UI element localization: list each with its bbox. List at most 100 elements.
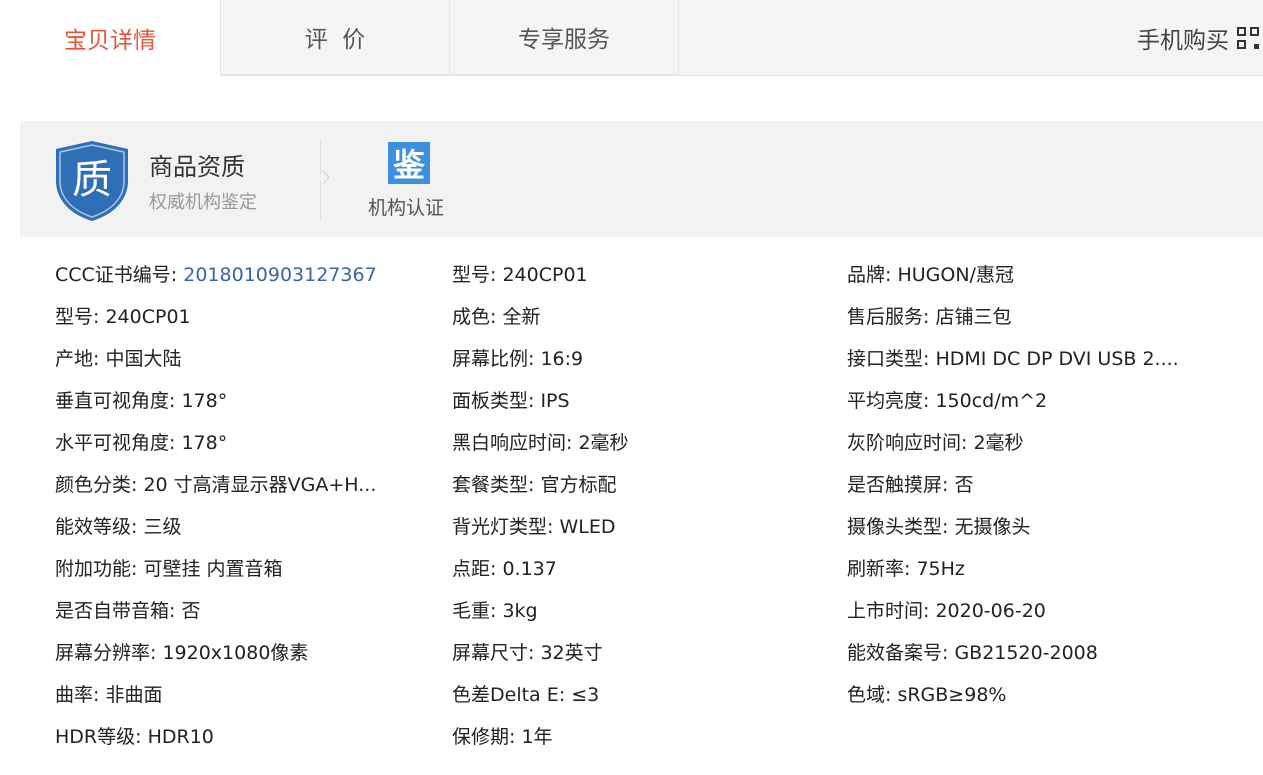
attribute-value: 全新 bbox=[502, 306, 541, 328]
attribute-value: HDR10 bbox=[147, 726, 214, 748]
attribute-label: 是否自带音箱: bbox=[55, 600, 176, 622]
attribute-value: ≤3 bbox=[571, 684, 600, 706]
tab-item-details[interactable]: 宝贝详情 bbox=[0, 0, 220, 76]
attribute-value: 1920x1080像素 bbox=[162, 642, 309, 664]
attribute-item: 型号: 240CP01 bbox=[452, 262, 588, 288]
attribute-item: 能效备案号: GB21520-2008 bbox=[847, 640, 1098, 666]
attribute-value: 240CP01 bbox=[502, 264, 588, 286]
attribute-value: 150cd/m^2 bbox=[935, 390, 1048, 412]
attribute-label: 能效等级: bbox=[55, 516, 138, 538]
attribute-label: 刷新率: bbox=[847, 558, 911, 580]
tab-reviews[interactable]: 评 价 bbox=[220, 0, 449, 75]
attribute-value: 三级 bbox=[143, 516, 182, 538]
attribute-value: sRGB≥98% bbox=[897, 684, 1007, 706]
tab-label: 专享服务 bbox=[518, 27, 610, 53]
attribute-label: 摄像头类型: bbox=[847, 516, 949, 538]
attribute-item: 是否自带音箱: 否 bbox=[55, 598, 200, 624]
attribute-item: 刷新率: 75Hz bbox=[847, 556, 965, 582]
attribute-item: 毛重: 3kg bbox=[452, 598, 538, 624]
attribute-item: 水平可视角度: 178° bbox=[55, 430, 227, 456]
attribute-label: 售后服务: bbox=[847, 306, 930, 328]
attribute-label: 接口类型: bbox=[847, 348, 930, 370]
certification-badge-icon[interactable]: 鉴 bbox=[388, 142, 430, 184]
attribute-value: 32英寸 bbox=[540, 642, 603, 664]
attribute-item: 摄像头类型: 无摄像头 bbox=[847, 514, 1030, 540]
attribute-label: 上市时间: bbox=[847, 600, 930, 622]
attribute-value: 2毫秒 bbox=[973, 432, 1024, 454]
mobile-buy-button[interactable]: 手机购买 bbox=[1137, 20, 1259, 56]
attribute-label: 灰阶响应时间: bbox=[847, 432, 968, 454]
attribute-label: 型号: bbox=[452, 264, 497, 286]
attribute-item: 是否触摸屏: 否 bbox=[847, 472, 973, 498]
attribute-label: CCC证书编号: bbox=[55, 264, 178, 286]
attribute-item: 保修期: 1年 bbox=[452, 724, 553, 750]
attribute-value: 240CP01 bbox=[105, 306, 191, 328]
attribute-label: 是否触摸屏: bbox=[847, 474, 949, 496]
attribute-label: 屏幕比例: bbox=[452, 348, 535, 370]
attribute-value: 1年 bbox=[521, 726, 553, 748]
attribute-item: 屏幕分辨率: 1920x1080像素 bbox=[55, 640, 308, 666]
attribute-item: 垂直可视角度: 178° bbox=[55, 388, 227, 414]
attribute-label: 成色: bbox=[452, 306, 497, 328]
attribute-value: 2毫秒 bbox=[578, 432, 629, 454]
attribute-item: 上市时间: 2020-06-20 bbox=[847, 598, 1046, 624]
tab-label: 评 价 bbox=[304, 27, 366, 53]
attribute-label: 能效备案号: bbox=[847, 642, 949, 664]
attribute-label: 型号: bbox=[55, 306, 100, 328]
attribute-item: 色差Delta E: ≤3 bbox=[452, 682, 599, 708]
attribute-label: 垂直可视角度: bbox=[55, 390, 176, 412]
attribute-value: 可壁挂 内置音箱 bbox=[143, 558, 283, 580]
attribute-value: 20 寸高清显示器VGA+H... bbox=[143, 474, 377, 496]
tab-exclusive-service[interactable]: 专享服务 bbox=[449, 0, 678, 75]
attribute-item: 灰阶响应时间: 2毫秒 bbox=[847, 430, 1024, 456]
attribute-value: 无摄像头 bbox=[954, 516, 1031, 538]
attribute-item: 平均亮度: 150cd/m^2 bbox=[847, 388, 1047, 414]
attribute-label: 平均亮度: bbox=[847, 390, 930, 412]
product-qualification-panel: 质 商品资质 权威机构鉴定 鉴 机构认证 bbox=[20, 121, 1263, 237]
attribute-value: 否 bbox=[954, 474, 974, 496]
attribute-value: 中国大陆 bbox=[105, 348, 182, 370]
attribute-label: 曲率: bbox=[55, 684, 100, 706]
attribute-value: 否 bbox=[181, 600, 201, 622]
attribute-item: 黑白响应时间: 2毫秒 bbox=[452, 430, 629, 456]
attribute-item: 接口类型: HDMI DC DP DVI USB 2.... bbox=[847, 346, 1179, 372]
attribute-item: 型号: 240CP01 bbox=[55, 304, 191, 330]
attribute-item: 色域: sRGB≥98% bbox=[847, 682, 1006, 708]
attribute-item: 成色: 全新 bbox=[452, 304, 540, 330]
attribute-value: 3kg bbox=[502, 600, 538, 622]
attribute-value: 官方标配 bbox=[540, 474, 617, 496]
mobile-buy-label: 手机购买 bbox=[1137, 28, 1229, 54]
attribute-item: 屏幕尺寸: 32英寸 bbox=[452, 640, 603, 666]
attribute-label: 产地: bbox=[55, 348, 100, 370]
attribute-label: 品牌: bbox=[847, 264, 892, 286]
attribute-label: 水平可视角度: bbox=[55, 432, 176, 454]
attribute-label: 颜色分类: bbox=[55, 474, 138, 496]
attribute-value: WLED bbox=[559, 516, 616, 538]
attribute-item: 产地: 中国大陆 bbox=[55, 346, 181, 372]
attribute-label: 保修期: bbox=[452, 726, 516, 748]
attribute-item: HDR等级: HDR10 bbox=[55, 724, 214, 750]
attribute-value-link[interactable]: 2018010903127367 bbox=[183, 264, 376, 286]
attribute-item: CCC证书编号: 2018010903127367 bbox=[55, 262, 377, 288]
attribute-label: 背光灯类型: bbox=[452, 516, 554, 538]
attribute-value: 16:9 bbox=[540, 348, 584, 370]
attribute-label: 面板类型: bbox=[452, 390, 535, 412]
attribute-label: HDR等级: bbox=[55, 726, 142, 748]
certification-label[interactable]: 机构认证 bbox=[368, 193, 444, 220]
attribute-label: 套餐类型: bbox=[452, 474, 535, 496]
attribute-value: 178° bbox=[181, 432, 228, 454]
attribute-label: 屏幕尺寸: bbox=[452, 642, 535, 664]
attribute-value: 非曲面 bbox=[105, 684, 163, 706]
quality-shield-icon: 质 bbox=[56, 141, 128, 221]
shield-char: 质 bbox=[72, 157, 112, 203]
attribute-label: 毛重: bbox=[452, 600, 497, 622]
attribute-value: 0.137 bbox=[502, 558, 557, 580]
attribute-item: 能效等级: 三级 bbox=[55, 514, 181, 540]
attribute-value: 178° bbox=[181, 390, 228, 412]
attribute-value: HDMI DC DP DVI USB 2.... bbox=[935, 348, 1179, 370]
attribute-item: 附加功能: 可壁挂 内置音箱 bbox=[55, 556, 283, 582]
attribute-label: 色域: bbox=[847, 684, 892, 706]
attribute-label: 黑白响应时间: bbox=[452, 432, 573, 454]
attribute-value: 店铺三包 bbox=[935, 306, 1012, 328]
qualification-title: 商品资质 bbox=[149, 153, 245, 181]
